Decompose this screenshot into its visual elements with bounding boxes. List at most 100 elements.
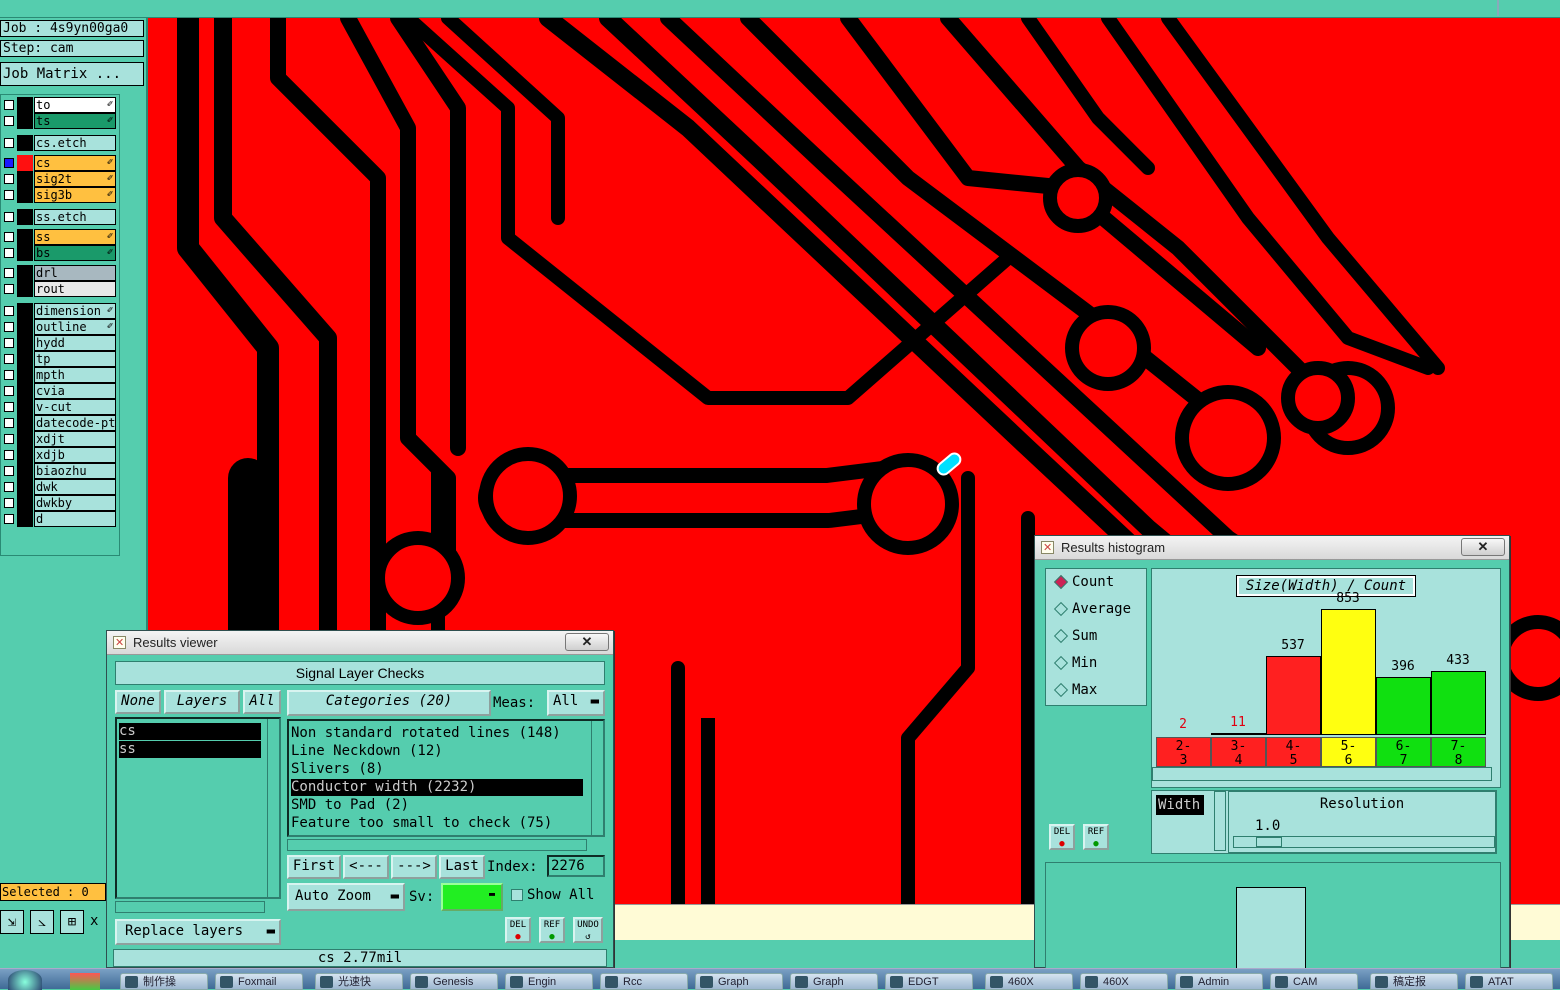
layer-checkbox[interactable] bbox=[4, 158, 14, 168]
layer-checkbox[interactable] bbox=[4, 174, 14, 184]
taskbar-item[interactable]: Foxmail bbox=[215, 973, 303, 990]
taskbar-item[interactable]: EDGT bbox=[885, 973, 973, 990]
layer-checkbox[interactable] bbox=[4, 354, 14, 364]
meas-dropdown[interactable]: All ▬ bbox=[547, 690, 605, 716]
layer-checkbox[interactable] bbox=[4, 466, 14, 476]
chrome-icon[interactable] bbox=[70, 973, 100, 990]
layer-row-to[interactable]: to ✐ bbox=[1, 97, 117, 113]
layer-item-cs[interactable]: cs bbox=[119, 723, 261, 740]
prev-button[interactable]: <--- bbox=[343, 855, 389, 879]
layer-row-outline[interactable]: outline ✐ bbox=[1, 319, 117, 335]
none-button[interactable]: None bbox=[115, 690, 161, 714]
layer-name[interactable]: v-cut bbox=[34, 399, 116, 415]
layer-name[interactable]: sig3b ✐ bbox=[34, 187, 116, 203]
layer-checkbox[interactable] bbox=[4, 248, 14, 258]
severity-dropdown[interactable]: ▬ bbox=[441, 883, 503, 911]
checks-hscrollbar[interactable] bbox=[287, 839, 587, 851]
layer-row-rout[interactable]: rout bbox=[1, 281, 117, 297]
taskbar-item[interactable]: 光速快 bbox=[315, 973, 403, 990]
show-all-checkbox[interactable] bbox=[511, 889, 523, 901]
checks-scrollbar[interactable] bbox=[591, 721, 603, 835]
layer-name[interactable]: xdjb bbox=[34, 447, 116, 463]
histogram-bar[interactable] bbox=[1376, 677, 1431, 735]
layer-name[interactable]: cs.etch bbox=[34, 135, 116, 151]
layer-name[interactable]: hydd bbox=[34, 335, 116, 351]
layer-name[interactable]: dwkby bbox=[34, 495, 116, 511]
layer-row-hydd[interactable]: hydd bbox=[1, 335, 117, 351]
taskbar-item[interactable]: 460X bbox=[985, 973, 1073, 990]
layer-item-ss[interactable]: ss bbox=[119, 741, 261, 758]
layer-name[interactable]: to ✐ bbox=[34, 97, 116, 113]
undo-button[interactable]: UNDO ↺ bbox=[573, 917, 603, 943]
taskbar-item[interactable]: Genesis bbox=[410, 973, 498, 990]
layer-row-datecode-ptc[interactable]: datecode-ptc bbox=[1, 415, 117, 431]
layer-row-cvia[interactable]: cvia bbox=[1, 383, 117, 399]
taskbar-item[interactable]: 制作操 bbox=[120, 973, 208, 990]
taskbar-item[interactable]: CAM bbox=[1270, 973, 1358, 990]
layer-row-xdjb[interactable]: xdjb bbox=[1, 447, 117, 463]
check-item[interactable]: SMD to Pad (2) bbox=[291, 797, 409, 814]
mode-min-radio[interactable]: Min bbox=[1050, 650, 1097, 676]
check-item[interactable]: Slivers (8) bbox=[291, 761, 384, 778]
close-button[interactable]: ✕ bbox=[1461, 538, 1505, 556]
categories-button[interactable]: Categories (20) bbox=[287, 690, 491, 716]
replace-layers-dropdown[interactable]: Replace layers ▬ bbox=[115, 919, 281, 945]
close-button[interactable]: ✕ bbox=[565, 633, 609, 651]
layer-name[interactable]: datecode-ptc bbox=[34, 415, 116, 431]
mode-max-radio[interactable]: Max bbox=[1050, 677, 1097, 703]
taskbar-item[interactable]: 稿定报 bbox=[1370, 973, 1458, 990]
layer-row-dwk[interactable]: dwk bbox=[1, 479, 117, 495]
layer-row-sig2t[interactable]: sig2t ✐ bbox=[1, 171, 117, 187]
layer-row-ss.etch[interactable]: ss.etch bbox=[1, 209, 117, 225]
check-item[interactable]: Feature too small to check (75) bbox=[291, 815, 552, 832]
auto-zoom-dropdown[interactable]: Auto Zoom ▬ bbox=[287, 883, 405, 911]
layer-row-v-cut[interactable]: v-cut bbox=[1, 399, 117, 415]
layer-name[interactable]: sig2t ✐ bbox=[34, 171, 116, 187]
mode-count-radio[interactable]: Count bbox=[1050, 569, 1114, 595]
layer-name[interactable]: xdjt bbox=[34, 431, 116, 447]
layer-checkbox[interactable] bbox=[4, 232, 14, 242]
layer-row-xdjt[interactable]: xdjt bbox=[1, 431, 117, 447]
layer-checkbox[interactable] bbox=[4, 434, 14, 444]
layer-name[interactable]: bs ✐ bbox=[34, 245, 116, 261]
results-viewer-titlebar[interactable]: Results viewer ✕ bbox=[107, 631, 613, 655]
layer-checkbox[interactable] bbox=[4, 338, 14, 348]
layer-checkbox[interactable] bbox=[4, 100, 14, 110]
layer-checkbox[interactable] bbox=[4, 212, 14, 222]
taskbar-item[interactable]: Admin bbox=[1175, 973, 1263, 990]
taskbar-item[interactable]: Graph bbox=[695, 973, 783, 990]
layer-row-dimension[interactable]: dimension ✐ bbox=[1, 303, 117, 319]
layer-checkbox[interactable] bbox=[4, 386, 14, 396]
histogram-bar[interactable] bbox=[1321, 609, 1376, 735]
last-button[interactable]: Last bbox=[439, 855, 485, 879]
layer-list-hscrollbar[interactable] bbox=[115, 901, 265, 913]
chart-hscrollbar[interactable] bbox=[1152, 767, 1492, 781]
width-selector[interactable]: Width bbox=[1156, 795, 1204, 815]
layer-name[interactable]: ts ✐ bbox=[34, 113, 116, 129]
layer-checkbox[interactable] bbox=[4, 306, 14, 316]
layer-name[interactable]: rout bbox=[34, 281, 116, 297]
layer-checkbox[interactable] bbox=[4, 322, 14, 332]
histogram-titlebar[interactable]: Results histogram ✕ bbox=[1035, 536, 1509, 560]
layer-row-tp[interactable]: tp bbox=[1, 351, 117, 367]
layer-row-dwkby[interactable]: dwkby bbox=[1, 495, 117, 511]
layer-checkbox[interactable] bbox=[4, 482, 14, 492]
layer-name[interactable]: cs ✐ bbox=[34, 155, 116, 171]
layer-checkbox[interactable] bbox=[4, 190, 14, 200]
layer-checkbox[interactable] bbox=[4, 418, 14, 428]
resolution-slider[interactable] bbox=[1233, 836, 1495, 848]
layer-name[interactable]: outline ✐ bbox=[34, 319, 116, 335]
layer-checkbox[interactable] bbox=[4, 284, 14, 294]
layer-checkbox[interactable] bbox=[4, 498, 14, 508]
slider-thumb[interactable] bbox=[1256, 837, 1282, 847]
layer-row-mpth[interactable]: mpth bbox=[1, 367, 117, 383]
taskbar-item[interactable]: 460X bbox=[1080, 973, 1168, 990]
width-scrollbar[interactable] bbox=[1214, 791, 1226, 851]
hist-del-button[interactable]: DEL ● bbox=[1049, 824, 1075, 850]
layer-row-biaozhu[interactable]: biaozhu bbox=[1, 463, 117, 479]
layer-checkbox[interactable] bbox=[4, 370, 14, 380]
layer-name[interactable]: dimension ✐ bbox=[34, 303, 116, 319]
layer-checkbox[interactable] bbox=[4, 514, 14, 524]
del-button[interactable]: DEL ● bbox=[505, 917, 531, 943]
layer-row-bs[interactable]: bs ✐ bbox=[1, 245, 117, 261]
